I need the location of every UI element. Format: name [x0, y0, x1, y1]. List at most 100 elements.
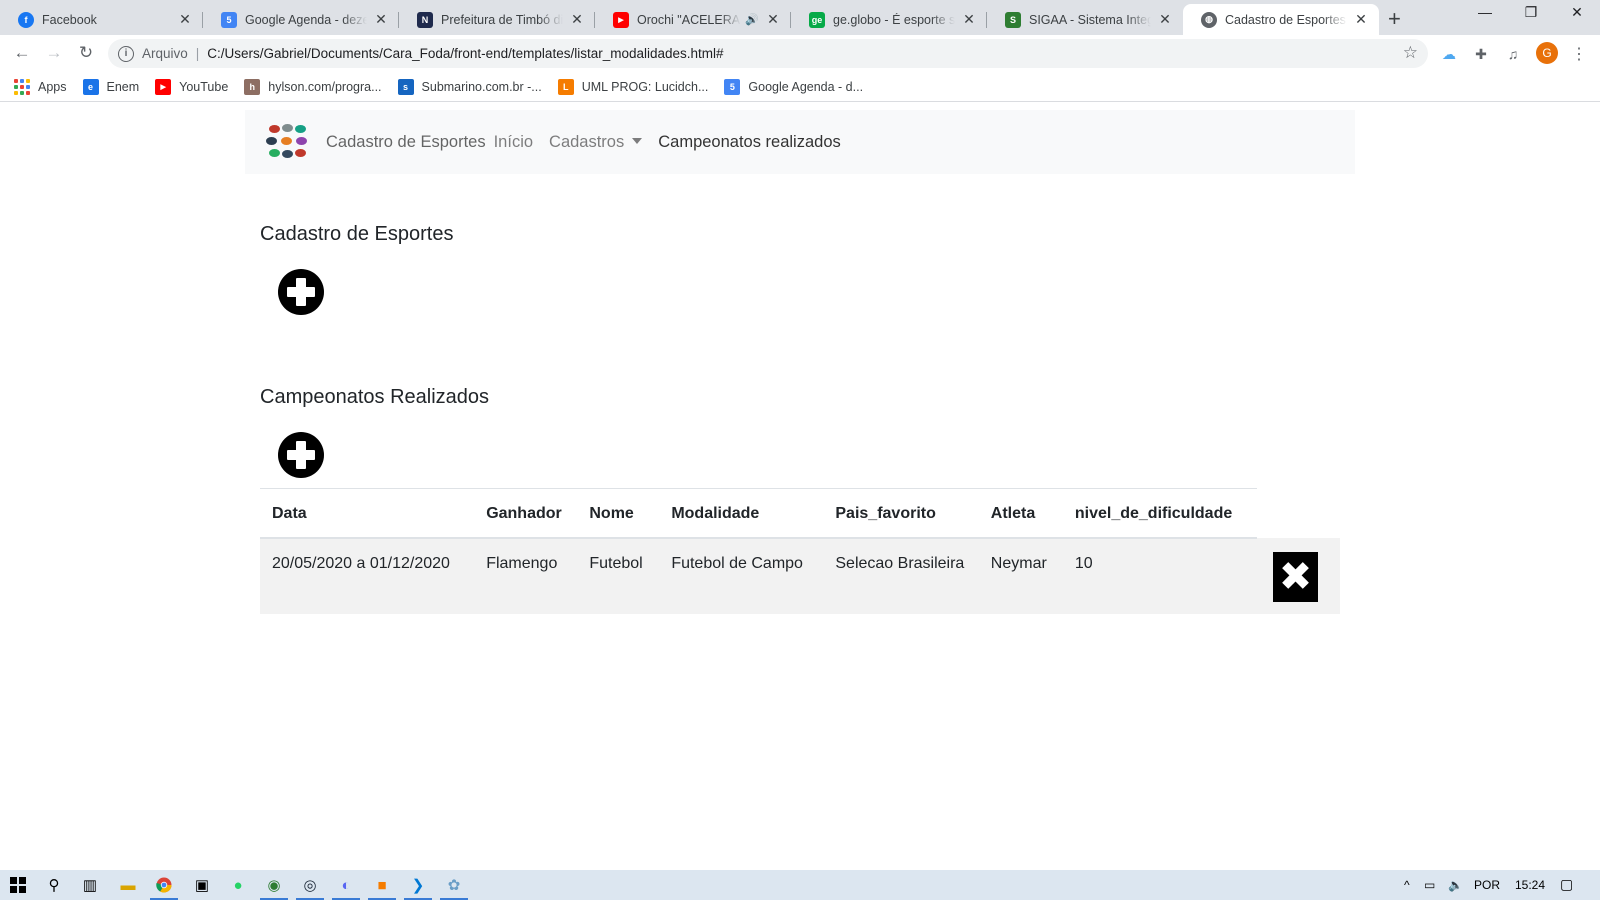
minimize-icon[interactable]: —	[1462, 4, 1508, 20]
facebook-icon: f	[18, 11, 34, 28]
page-content: Cadastro de Esportes Início Cadastros Ca…	[0, 102, 1600, 870]
delete-row-button[interactable]: ✖	[1273, 552, 1318, 602]
windows-start-icon[interactable]	[0, 870, 36, 900]
notifications-icon[interactable]: ▢	[1560, 876, 1573, 893]
clock-time[interactable]: 15:24	[1515, 878, 1545, 892]
bookmark-submarino[interactable]: s Submarino.com.br -...	[397, 78, 542, 95]
vscode-icon[interactable]: ❯	[400, 870, 436, 900]
hylson-icon: h	[244, 78, 261, 95]
app-misc-icon[interactable]: ✿	[436, 870, 472, 900]
cell-data: 20/05/2020 a 01/12/2020	[260, 538, 475, 614]
site-navbar: Cadastro de Esportes Início Cadastros Ca…	[245, 110, 1355, 174]
tab-title: SIGAA - Sistema Integrado	[1029, 12, 1151, 27]
enem-icon: e	[82, 78, 99, 95]
close-tab-icon[interactable]: ✕	[961, 11, 977, 28]
windows-taskbar: ⚲ ▥ ▬ ▣ ● ◉ ◎ ◐ ■ ❯ ✿ ^ ▭ 🔈 POR 15:24 ▢	[0, 870, 1600, 900]
add-campeonato-button[interactable]	[278, 432, 324, 478]
bookmark-star-icon[interactable]: ☆	[1403, 43, 1418, 63]
search-icon[interactable]: ⚲	[36, 870, 72, 900]
bookmark-google-agenda[interactable]: 5 Google Agenda - d...	[724, 78, 864, 95]
ge-globo-icon: ge	[809, 11, 825, 28]
bookmark-youtube[interactable]: ▶ YouTube	[155, 78, 228, 95]
volume-icon[interactable]: 🔈	[1448, 878, 1463, 892]
media-control-icon[interactable]: ♫	[1502, 43, 1524, 65]
divider: |	[195, 46, 200, 61]
cell-modalidade: Futebol de Campo	[659, 538, 824, 614]
restore-icon[interactable]: ❐	[1508, 4, 1554, 21]
back-icon[interactable]: ←	[10, 41, 34, 65]
reload-icon[interactable]: ↻	[74, 41, 98, 65]
site-info-icon[interactable]: i	[118, 45, 134, 62]
app-green-icon[interactable]: ◉	[256, 870, 292, 900]
tab-title: Google Agenda - dezembro	[245, 12, 367, 27]
close-tab-icon[interactable]: ✕	[569, 11, 585, 28]
bookmark-label: Apps	[38, 79, 67, 94]
campeonatos-table: Data Ganhador Nome Modalidade Pais_favor…	[260, 488, 1340, 614]
sports-logo-icon[interactable]	[263, 121, 311, 163]
nav-link-campeonatos[interactable]: Campeonatos realizados	[658, 133, 841, 152]
column-header: Pais_favorito	[823, 488, 979, 539]
bookmark-apps[interactable]: Apps	[14, 78, 67, 95]
cloud-extension-icon[interactable]: ☁	[1438, 43, 1460, 65]
bookmark-lucidchart[interactable]: L UML PROG: Lucidch...	[557, 78, 709, 95]
audio-playing-icon[interactable]: 🔊	[745, 13, 759, 26]
column-header: Ganhador	[474, 488, 578, 539]
bookmark-enem[interactable]: e Enem	[82, 78, 139, 95]
bookmarks-bar: Apps e Enem ▶ YouTube h hylson.com/progr…	[0, 72, 1600, 102]
terminal-icon[interactable]: ▣	[184, 870, 220, 900]
nav-dropdown-cadastros[interactable]: Cadastros	[549, 133, 642, 152]
tray-chevron-up-icon[interactable]: ^	[1404, 878, 1410, 892]
chrome-icon[interactable]	[146, 870, 182, 900]
bookmark-label: hylson.com/progra...	[268, 79, 382, 94]
new-tab-button[interactable]: +	[1388, 6, 1401, 32]
youtube-icon: ▶	[155, 78, 172, 95]
sigaa-icon: S	[1005, 11, 1021, 28]
profile-avatar[interactable]: G	[1536, 42, 1558, 64]
whatsapp-icon[interactable]: ●	[220, 870, 256, 900]
navbar-brand[interactable]: Cadastro de Esportes	[326, 133, 486, 152]
close-tab-icon[interactable]: ✕	[177, 11, 193, 28]
google-calendar-icon: 5	[221, 11, 237, 28]
close-tab-icon[interactable]: ✕	[1157, 11, 1173, 28]
tab-ge-globo[interactable]: ge ge.globo - É esporte sempre ✕	[791, 4, 987, 35]
column-header: Nome	[577, 488, 660, 539]
forward-icon[interactable]: →	[42, 41, 66, 65]
tab-google-agenda[interactable]: 5 Google Agenda - dezembro ✕	[203, 4, 399, 35]
apps-grid-icon	[14, 78, 30, 95]
menu-kebab-icon[interactable]: ⋮	[1568, 43, 1590, 65]
sublime-icon[interactable]: ■	[364, 870, 400, 900]
add-esporte-button[interactable]	[278, 269, 324, 315]
cell-actions: ✖	[1257, 538, 1340, 614]
tab-youtube-orochi[interactable]: ▶ Orochi "ACELERANDO" 🔊 ✕	[595, 4, 791, 35]
extensions-puzzle-icon[interactable]: ✚	[1470, 43, 1492, 65]
discord-icon[interactable]: ◐	[328, 870, 364, 900]
tab-facebook[interactable]: f Facebook ✕	[0, 4, 203, 35]
file-explorer-icon[interactable]: ▬	[110, 870, 146, 900]
cell-nome: Futebol	[577, 538, 660, 614]
column-header: nivel_de_dificuldade	[1062, 488, 1257, 539]
news-icon: N	[417, 11, 433, 28]
column-header: Atleta	[978, 488, 1063, 539]
input-language[interactable]: POR	[1474, 878, 1500, 892]
table-header-row: Data Ganhador Nome Modalidade Pais_favor…	[260, 488, 1340, 539]
network-icon[interactable]: ▭	[1424, 878, 1435, 892]
column-header: Data	[260, 488, 475, 539]
steam-icon[interactable]: ◎	[292, 870, 328, 900]
tab-cadastro-esportes[interactable]: ◍ Cadastro de Esportes ✕	[1183, 4, 1379, 35]
close-tab-icon[interactable]: ✕	[373, 11, 389, 28]
tab-sigaa[interactable]: S SIGAA - Sistema Integrado ✕	[987, 4, 1183, 35]
bookmark-label: Google Agenda - d...	[748, 79, 864, 94]
bookmark-label: UML PROG: Lucidch...	[581, 79, 709, 94]
tab-prefeitura[interactable]: N Prefeitura de Timbó divulga ✕	[399, 4, 595, 35]
close-tab-icon[interactable]: ✕	[1353, 11, 1369, 28]
address-url[interactable]: C:/Users/Gabriel/Documents/Cara_Foda/fro…	[207, 46, 723, 61]
address-bar[interactable]: i Arquivo | C:/Users/Gabriel/Documents/C…	[108, 39, 1428, 68]
close-tab-icon[interactable]: ✕	[765, 11, 781, 28]
bookmark-hylson[interactable]: h hylson.com/progra...	[244, 78, 382, 95]
tab-strip: f Facebook ✕ 5 Google Agenda - dezembro …	[0, 0, 1600, 35]
task-view-icon[interactable]: ▥	[72, 870, 108, 900]
nav-link-inicio[interactable]: Início	[494, 133, 533, 152]
close-window-icon[interactable]: ✕	[1554, 4, 1600, 21]
table-row: 20/05/2020 a 01/12/2020 Flamengo Futebol…	[260, 538, 1340, 614]
browser-toolbar: ← → ↻ i Arquivo | C:/Users/Gabriel/Docum…	[0, 35, 1600, 72]
